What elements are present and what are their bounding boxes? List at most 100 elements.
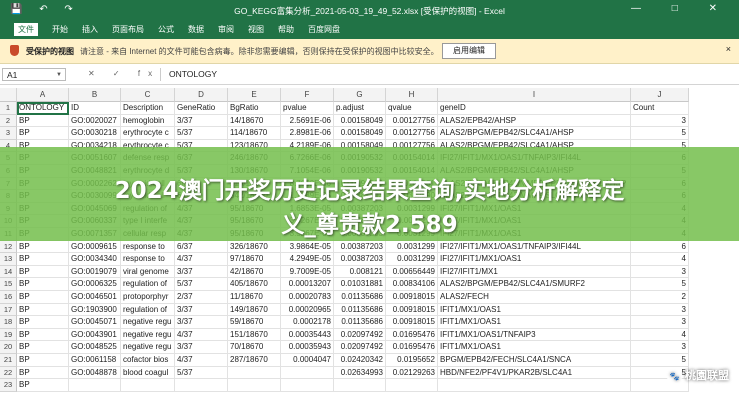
table-cell[interactable]: 5/37 xyxy=(175,366,228,380)
table-cell[interactable]: 0.0002178 xyxy=(281,316,334,329)
table-cell[interactable]: 3 xyxy=(631,303,689,317)
table-cell[interactable]: BP xyxy=(17,114,69,128)
table-cell[interactable]: ALAS2/FECH xyxy=(438,291,631,304)
table-cell[interactable]: hemoglobin xyxy=(121,114,175,128)
table-cell[interactable] xyxy=(386,379,438,392)
table-cell[interactable]: 70/18670 xyxy=(228,341,281,354)
table-cell[interactable]: IFIT1/MX1/OAS1 xyxy=(438,316,631,329)
row-header[interactable]: 17 xyxy=(0,303,17,317)
row-header[interactable]: 12 xyxy=(0,240,17,254)
table-cell[interactable]: 3 xyxy=(631,265,689,279)
table-cell[interactable]: 0.01135686 xyxy=(334,316,386,329)
table-cell[interactable]: GO:0006325 xyxy=(69,278,121,291)
header-cell[interactable]: BgRatio xyxy=(228,102,281,115)
table-cell[interactable]: GO:0045071 xyxy=(69,316,121,329)
formula-input[interactable]: ONTOLOGY xyxy=(160,68,735,81)
table-cell[interactable] xyxy=(438,379,631,392)
header-cell[interactable]: ONTOLOGY xyxy=(17,102,69,115)
row-header[interactable]: 19 xyxy=(0,328,17,342)
table-cell[interactable]: 4/37 xyxy=(175,328,228,342)
table-cell[interactable]: 149/18670 xyxy=(228,303,281,317)
table-cell[interactable]: BP xyxy=(17,366,69,380)
column-header[interactable]: G xyxy=(334,88,386,102)
table-cell[interactable]: 5 xyxy=(631,354,689,367)
table-cell[interactable]: 0.00013207 xyxy=(281,278,334,291)
table-cell[interactable]: blood coagul xyxy=(121,366,175,380)
table-cell[interactable]: 0.00387203 xyxy=(334,240,386,254)
table-cell[interactable]: 4/37 xyxy=(175,253,228,266)
table-cell[interactable]: 0.01695476 xyxy=(386,341,438,354)
table-cell[interactable]: GO:0048878 xyxy=(69,366,121,380)
table-cell[interactable]: 0.00127756 xyxy=(386,127,438,140)
row-header[interactable]: 1 xyxy=(0,102,17,115)
row-header[interactable]: 20 xyxy=(0,341,17,354)
table-cell[interactable]: 6 xyxy=(631,240,689,254)
table-cell[interactable]: 59/18670 xyxy=(228,316,281,329)
table-cell[interactable]: response to xyxy=(121,253,175,266)
table-cell[interactable]: 0.01135686 xyxy=(334,291,386,304)
table-cell[interactable]: 0.00158049 xyxy=(334,127,386,140)
table-cell[interactable]: BPGM/EPB42/FECH/SLC4A1/SNCA xyxy=(438,354,631,367)
table-cell[interactable]: negative regu xyxy=(121,341,175,354)
table-cell[interactable]: IFI27/IFIT1/MX1 xyxy=(438,265,631,279)
table-cell[interactable]: GO:0034340 xyxy=(69,253,121,266)
table-cell[interactable]: 4 xyxy=(631,253,689,266)
table-cell[interactable]: 0.00158049 xyxy=(334,114,386,128)
ribbon-tab[interactable]: 数据 xyxy=(188,24,204,35)
table-cell[interactable]: 9.7009E-05 xyxy=(281,265,334,279)
table-cell[interactable]: 0.00918015 xyxy=(386,303,438,317)
table-cell[interactable]: 0.01031881 xyxy=(334,278,386,291)
table-cell[interactable]: 2/37 xyxy=(175,291,228,304)
table-cell[interactable]: 4 xyxy=(631,328,689,342)
close-icon[interactable]: × xyxy=(726,44,731,54)
table-cell[interactable]: 5/37 xyxy=(175,127,228,140)
table-cell[interactable]: GO:0043901 xyxy=(69,328,121,342)
table-cell[interactable]: BP xyxy=(17,265,69,279)
table-cell[interactable]: 97/18670 xyxy=(228,253,281,266)
table-cell[interactable]: GO:0046501 xyxy=(69,291,121,304)
table-cell[interactable]: 0.01135686 xyxy=(334,303,386,317)
ribbon-tab[interactable]: 帮助 xyxy=(278,24,294,35)
table-cell[interactable]: regulation of xyxy=(121,303,175,317)
table-cell[interactable]: GO:0009615 xyxy=(69,240,121,254)
table-cell[interactable]: 0.00035443 xyxy=(281,328,334,342)
table-cell[interactable]: 0.02420342 xyxy=(334,354,386,367)
table-cell[interactable]: IFI27/IFIT1/MX1/OAS1/TNFAIP3/IFI44L xyxy=(438,240,631,254)
table-cell[interactable]: ALAS2/BPGM/EPB42/SLC4A1/SMURF2 xyxy=(438,278,631,291)
row-header[interactable]: 23 xyxy=(0,379,17,392)
table-cell[interactable]: regulation of xyxy=(121,278,175,291)
table-cell[interactable]: 405/18670 xyxy=(228,278,281,291)
table-cell[interactable]: BP xyxy=(17,354,69,367)
table-cell[interactable] xyxy=(69,379,121,392)
table-cell[interactable]: 0.008121 xyxy=(334,265,386,279)
table-cell[interactable]: 3/37 xyxy=(175,316,228,329)
ribbon-tab[interactable]: 公式 xyxy=(158,24,174,35)
table-cell[interactable]: 6/37 xyxy=(175,240,228,254)
table-cell[interactable]: GO:0048525 xyxy=(69,341,121,354)
ribbon-tab[interactable]: 文件 xyxy=(14,23,38,36)
ribbon-tab[interactable]: 开始 xyxy=(52,24,68,35)
table-cell[interactable]: 0.02129263 xyxy=(386,366,438,380)
table-cell[interactable]: GO:0061158 xyxy=(69,354,121,367)
table-cell[interactable]: BP xyxy=(17,253,69,266)
column-header[interactable]: F xyxy=(281,88,334,102)
table-cell[interactable]: 0.01695476 xyxy=(386,328,438,342)
table-cell[interactable]: 3 xyxy=(631,341,689,354)
table-cell[interactable]: 4/37 xyxy=(175,354,228,367)
header-cell[interactable]: Count xyxy=(631,102,689,115)
table-cell[interactable]: IFIT1/MX1/OAS1/TNFAIP3 xyxy=(438,328,631,342)
header-cell[interactable]: qvalue xyxy=(386,102,438,115)
table-cell[interactable]: viral genome xyxy=(121,265,175,279)
table-cell[interactable]: GO:0019079 xyxy=(69,265,121,279)
table-cell[interactable]: BP xyxy=(17,278,69,291)
table-cell[interactable]: 0.00656449 xyxy=(386,265,438,279)
header-cell[interactable]: pvalue xyxy=(281,102,334,115)
table-cell[interactable]: 5/37 xyxy=(175,278,228,291)
name-box[interactable]: A1 ▼ xyxy=(2,68,66,81)
column-header[interactable]: A xyxy=(17,88,69,102)
row-header[interactable]: 3 xyxy=(0,127,17,140)
table-cell[interactable]: 42/18670 xyxy=(228,265,281,279)
table-cell[interactable]: 0.02097492 xyxy=(334,341,386,354)
table-cell[interactable]: IFIT1/MX1/OAS1 xyxy=(438,341,631,354)
chevron-down-icon[interactable]: ▼ xyxy=(56,69,62,82)
